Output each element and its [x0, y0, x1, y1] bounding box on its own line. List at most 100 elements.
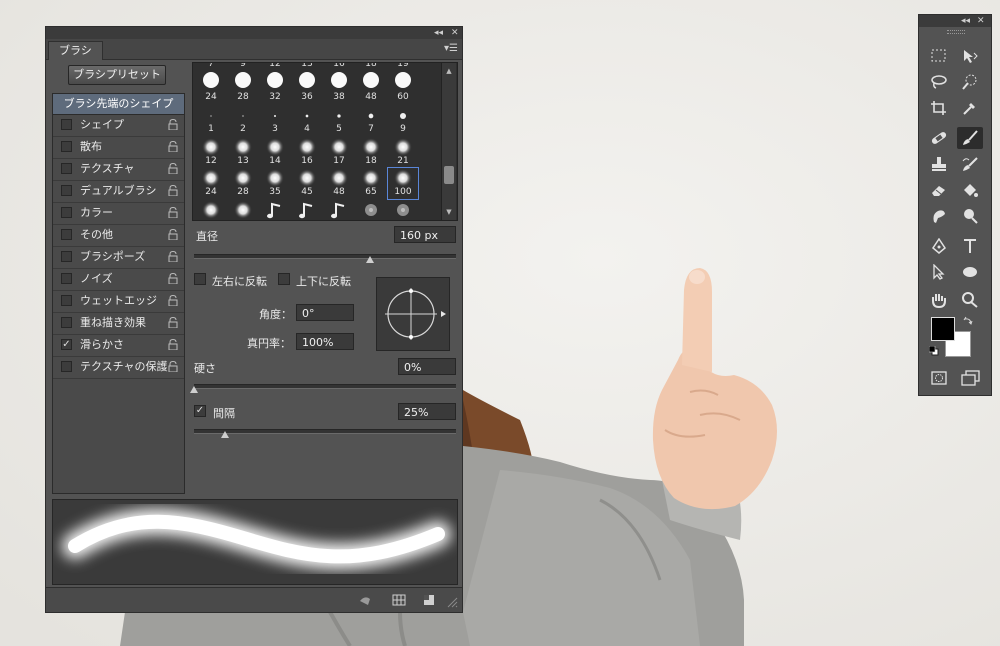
brush-tip[interactable]	[323, 138, 355, 156]
option-checkbox[interactable]	[61, 295, 72, 306]
brush-tip[interactable]	[387, 107, 419, 125]
hardness-slider[interactable]	[194, 384, 456, 389]
option-checkbox[interactable]	[61, 119, 72, 130]
brush-option-item[interactable]: 散布	[53, 137, 184, 159]
lock-icon[interactable]	[168, 163, 178, 174]
brush-option-item[interactable]: カラー	[53, 203, 184, 225]
brush-presets-button[interactable]: ブラシプリセット	[68, 65, 166, 85]
lock-icon[interactable]	[168, 295, 178, 306]
paint-bucket-tool[interactable]	[957, 179, 983, 201]
brush-tip[interactable]	[355, 71, 387, 89]
blur-tool[interactable]	[926, 205, 952, 227]
option-checkbox[interactable]	[61, 185, 72, 196]
lock-icon[interactable]	[168, 339, 178, 350]
spacing-field[interactable]: 25%	[398, 403, 456, 420]
panel-title-bar[interactable]: ◂◂ ✕	[46, 27, 462, 39]
brush-option-item[interactable]: テクスチャ	[53, 159, 184, 181]
panel-menu-icon[interactable]: ▾☰	[444, 43, 458, 54]
brush-tip-grid[interactable]: 7 9 12 13 16 18 19 24 28 32 36 38 48 60 1 2 3 4 5 7 9 12 13 14 1…	[192, 62, 458, 221]
flip-x-checkbox[interactable]	[194, 273, 206, 285]
lock-icon[interactable]	[168, 361, 178, 372]
brush-tip[interactable]	[323, 169, 355, 187]
path-selection-tool[interactable]	[926, 261, 952, 283]
brush-tip[interactable]	[291, 201, 323, 219]
brush-tip[interactable]	[291, 107, 323, 125]
lock-icon[interactable]	[168, 251, 178, 262]
new-brush-icon[interactable]	[422, 593, 436, 607]
tools-close-icon[interactable]: ✕	[977, 15, 985, 27]
brush-tip[interactable]	[291, 169, 323, 187]
collapse-icon[interactable]: ◂◂	[434, 27, 443, 39]
type-tool[interactable]	[957, 235, 983, 257]
lock-icon[interactable]	[168, 185, 178, 196]
brush-tip[interactable]	[259, 169, 291, 187]
spacing-slider-thumb[interactable]	[221, 431, 230, 438]
pen-tool[interactable]	[926, 235, 952, 257]
brush-option-item[interactable]: ウェットエッジ	[53, 291, 184, 313]
hardness-field[interactable]: 0%	[398, 358, 456, 375]
lock-icon[interactable]	[168, 317, 178, 328]
zoom-tool[interactable]	[957, 289, 983, 311]
scroll-up-icon[interactable]: ▲	[442, 65, 456, 77]
clone-stamp-tool[interactable]	[926, 153, 952, 175]
brush-tip[interactable]	[195, 107, 227, 125]
brush-tip[interactable]	[355, 201, 387, 219]
brush-tip[interactable]	[259, 71, 291, 89]
lock-icon[interactable]	[168, 273, 178, 284]
toggle-live-tip-icon[interactable]	[358, 593, 372, 607]
eraser-tool[interactable]	[926, 179, 952, 201]
brush-tip[interactable]	[355, 138, 387, 156]
diameter-slider[interactable]	[194, 254, 456, 259]
marquee-tool[interactable]	[926, 45, 952, 67]
brush-option-item[interactable]: その他	[53, 225, 184, 247]
flip-y-checkbox[interactable]	[278, 273, 290, 285]
dodge-tool[interactable]	[957, 205, 983, 227]
healing-brush-tool[interactable]	[926, 127, 952, 149]
brush-angle-widget[interactable]	[376, 277, 450, 351]
option-checkbox[interactable]	[61, 251, 72, 262]
crop-tool[interactable]	[926, 97, 952, 119]
brush-option-item[interactable]: デュアルブラシ	[53, 181, 184, 203]
brush-tip[interactable]	[323, 201, 355, 219]
screen-mode-button[interactable]	[957, 367, 983, 389]
spacing-slider[interactable]	[194, 429, 456, 434]
option-checkbox[interactable]: ✓	[61, 339, 72, 350]
option-checkbox[interactable]	[61, 317, 72, 328]
brush-tip[interactable]	[291, 138, 323, 156]
brush-tip-shape-item[interactable]: ブラシ先端のシェイプ	[53, 94, 184, 115]
lock-icon[interactable]	[168, 141, 178, 152]
brush-tip[interactable]	[291, 71, 323, 89]
tools-collapse-icon[interactable]: ◂◂	[961, 15, 970, 27]
brush-tip[interactable]	[227, 169, 259, 187]
brush-tip[interactable]	[259, 138, 291, 156]
foreground-color-swatch[interactable]	[931, 317, 955, 341]
brush-option-item[interactable]: ✓ 滑らかさ	[53, 335, 184, 357]
angle-field[interactable]: 0°	[296, 304, 354, 321]
brush-tip[interactable]	[355, 169, 387, 187]
ellipse-tool[interactable]	[957, 261, 983, 283]
tab-brush[interactable]: ブラシ	[48, 41, 103, 60]
lock-icon[interactable]	[168, 119, 178, 130]
resize-grip-icon[interactable]	[446, 596, 460, 610]
option-checkbox[interactable]	[61, 273, 72, 284]
brush-tip[interactable]	[259, 107, 291, 125]
brush-tip[interactable]	[227, 71, 259, 89]
option-checkbox[interactable]	[61, 141, 72, 152]
tools-title-bar[interactable]: ◂◂ ✕	[919, 15, 991, 27]
brush-option-item[interactable]: テクスチャの保護	[53, 357, 184, 379]
quick-mask-button[interactable]	[926, 367, 952, 389]
close-icon[interactable]: ✕	[451, 27, 459, 39]
brush-tip[interactable]	[259, 201, 291, 219]
brush-tip[interactable]	[323, 71, 355, 89]
swap-colors-icon[interactable]	[963, 316, 973, 326]
scroll-thumb[interactable]	[444, 166, 454, 184]
brush-tip[interactable]	[227, 138, 259, 156]
brush-tool[interactable]	[957, 127, 983, 149]
hand-tool[interactable]	[926, 289, 952, 311]
default-colors-icon[interactable]	[929, 346, 939, 356]
hardness-slider-thumb[interactable]	[190, 386, 198, 393]
quick-selection-tool[interactable]	[957, 71, 983, 93]
lock-icon[interactable]	[168, 207, 178, 218]
brush-tip[interactable]	[195, 169, 227, 187]
roundness-field[interactable]: 100%	[296, 333, 354, 350]
